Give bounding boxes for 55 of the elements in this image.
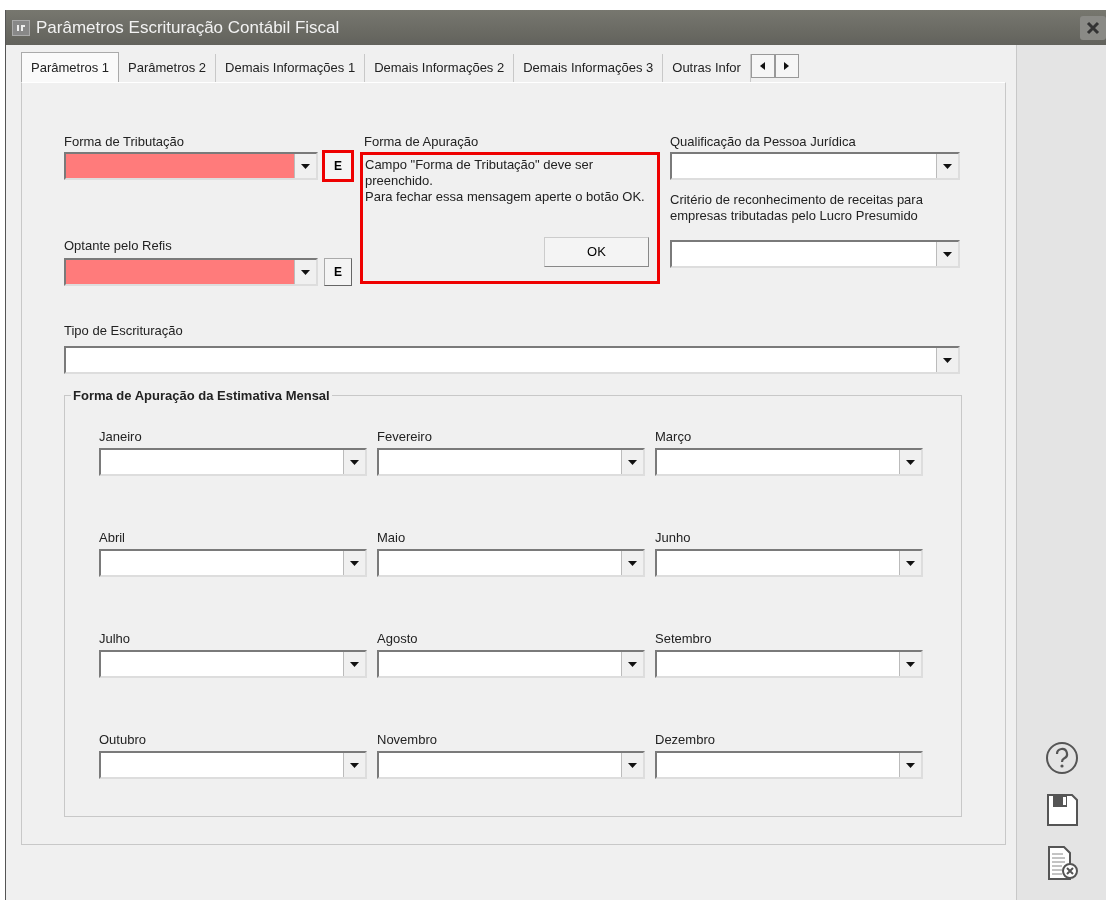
- tab[interactable]: Demais Informações 3: [514, 54, 664, 82]
- tab[interactable]: Parâmetros 2: [119, 54, 217, 82]
- field-label: Maio: [377, 529, 407, 546]
- close-icon: [1086, 20, 1100, 35]
- dropdown-field[interactable]: [655, 448, 923, 476]
- field-label: Março: [655, 428, 693, 445]
- tab[interactable]: Outras Infor: [663, 54, 751, 82]
- field-label: Qualificação da Pessoa Jurídica: [670, 133, 857, 150]
- dropdown-field[interactable]: [99, 650, 367, 678]
- field-label: Tipo de Escrituração: [64, 322, 184, 339]
- field-label: Optante pelo Refis: [64, 237, 173, 254]
- dropdown-field[interactable]: [99, 549, 367, 577]
- ok-button[interactable]: OK: [544, 237, 649, 267]
- dropdown-field[interactable]: [655, 751, 923, 779]
- dropdown-field[interactable]: [670, 240, 960, 268]
- tab-scroll-button[interactable]: [750, 54, 775, 78]
- help-icon[interactable]: [1043, 740, 1080, 776]
- tab[interactable]: Demais Informações 2: [365, 54, 515, 82]
- window-title: Parâmetros Escrituração Contábil Fiscal: [36, 16, 340, 39]
- field-label: Agosto: [377, 630, 419, 647]
- field-label: Dezembro: [655, 731, 716, 748]
- dropdown-field[interactable]: [655, 650, 923, 678]
- field-label: Fevereiro: [377, 428, 433, 445]
- dropdown-field[interactable]: [64, 152, 318, 180]
- close-button[interactable]: [1080, 15, 1106, 40]
- dropdown-field[interactable]: [377, 650, 645, 678]
- dropdown-field[interactable]: [377, 448, 645, 476]
- dropdown-field[interactable]: [377, 549, 645, 577]
- field-label: Critério de reconhecimento de receitas para empresas tributadas pelo Lucro Presumido: [670, 192, 924, 224]
- field-label: Setembro: [655, 630, 713, 647]
- tab[interactable]: Parâmetros 1: [21, 52, 120, 82]
- tab-scroll-button[interactable]: [774, 54, 799, 78]
- lookup-button[interactable]: E: [324, 258, 352, 286]
- field-label: Forma de Tributação: [64, 133, 185, 150]
- scroll-right-icon: [783, 61, 791, 71]
- lookup-button[interactable]: E: [324, 152, 352, 180]
- dropdown-field[interactable]: [655, 549, 923, 577]
- field-label: Janeiro: [99, 428, 143, 445]
- field-label: Junho: [655, 529, 692, 546]
- scroll-left-icon: [759, 61, 767, 71]
- field-label: Outubro: [99, 731, 147, 748]
- dropdown-field[interactable]: [64, 258, 318, 286]
- dropdown-field[interactable]: [64, 346, 960, 374]
- field-label: Julho: [99, 630, 132, 647]
- dropdown-field[interactable]: [377, 751, 645, 779]
- field-label: Forma de Apuração: [364, 133, 480, 150]
- field-label: Abril: [99, 529, 126, 546]
- dropdown-field[interactable]: [99, 751, 367, 779]
- message-text: Campo "Forma de Tributação" deve ser preenchido.: [365, 157, 595, 189]
- field-label: Novembro: [377, 731, 438, 748]
- message-text: Para fechar essa mensagem aperte o botão OK.: [365, 189, 646, 205]
- tab[interactable]: Demais Informações 1: [216, 54, 366, 82]
- dropdown-field[interactable]: [670, 152, 960, 180]
- dropdown-field[interactable]: [99, 448, 367, 476]
- app-logo-icon: [12, 19, 30, 36]
